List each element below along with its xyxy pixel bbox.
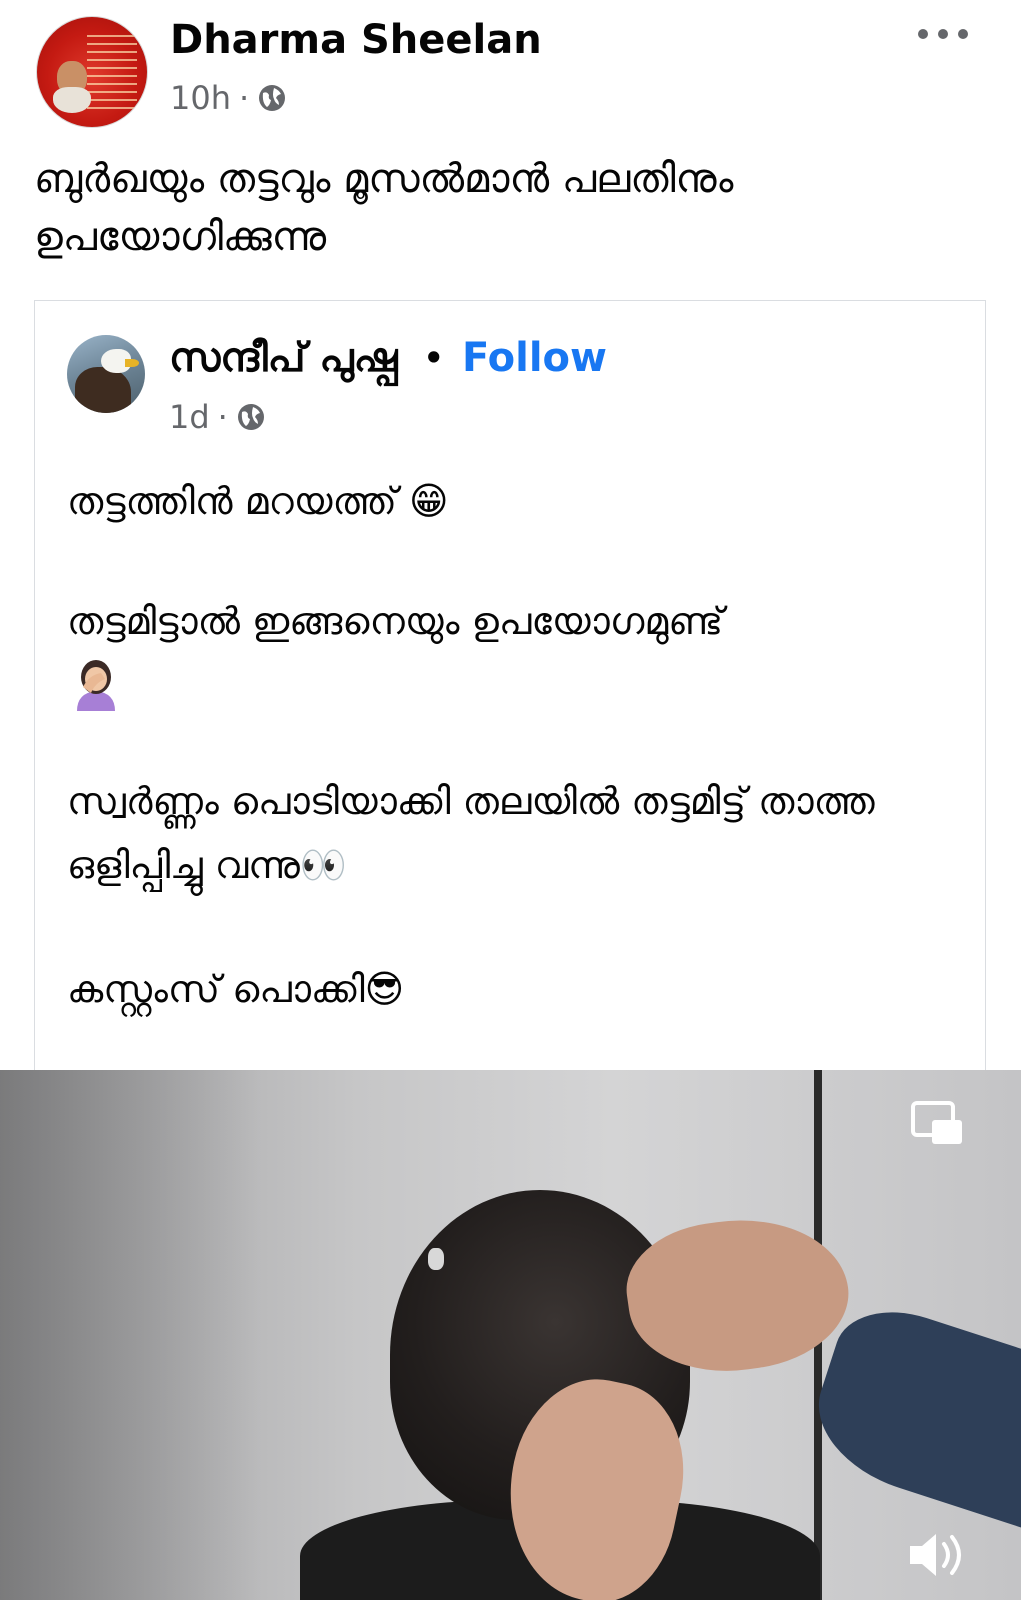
post-time[interactable]: 10h	[170, 76, 231, 120]
shared-text-line: സ്വർണ്ണം പൊടിയാക്കി തലയിൽ തട്ടമിട്ട് താത…	[67, 779, 875, 887]
meta-separator: ·	[217, 398, 228, 436]
meta-separator: ·	[239, 79, 250, 117]
avatar-beard	[53, 87, 91, 113]
more-dot	[938, 29, 948, 39]
post-header: Dharma Sheelan 10h ·	[0, 0, 1021, 140]
more-dot	[958, 29, 968, 39]
avatar-eagle-beak	[125, 359, 139, 367]
shared-author-row: സന്ദീപ് പുഷ്പ • Follow	[169, 331, 607, 385]
post-meta: 10h ·	[170, 76, 287, 120]
author-name[interactable]: Dharma Sheelan	[170, 14, 542, 66]
more-options-icon[interactable]	[918, 22, 968, 46]
woman-facepalming-emoji	[77, 660, 115, 711]
post-text: ബുർഖയും തട്ടവും മൂസൽമാൻ പലതിനും ഉപയോഗിക്…	[34, 156, 734, 260]
avatar-text-pattern	[87, 35, 137, 115]
shared-post-meta: 1d ·	[169, 395, 266, 439]
globe-icon[interactable]	[257, 83, 287, 113]
volume-icon[interactable]	[906, 1528, 970, 1582]
shared-post-card[interactable]: സന്ദീപ് പുഷ്പ • Follow 1d · തട്ടത്തിൻ മറ…	[34, 300, 986, 1070]
video-player[interactable]	[0, 1070, 1021, 1600]
video-hair-clip	[428, 1248, 444, 1270]
shared-text-line: തട്ടത്തിൻ മറയത്ത് 😁	[67, 479, 449, 523]
follow-button[interactable]: Follow	[462, 331, 607, 385]
picture-in-picture-icon[interactable]	[910, 1100, 964, 1146]
shared-text-line: തട്ടമിട്ടാൽ ഇങ്ങനെയും ഉപയോഗമുണ്ട്	[67, 599, 724, 643]
video-wall-shadow	[0, 1070, 260, 1600]
avatar-eagle-body	[75, 367, 131, 413]
shared-post-time[interactable]: 1d	[169, 395, 210, 439]
more-dot	[918, 29, 928, 39]
shared-author-name[interactable]: സന്ദീപ് പുഷ്പ	[169, 331, 398, 385]
globe-icon[interactable]	[236, 402, 266, 432]
shared-author-avatar[interactable]	[67, 335, 145, 413]
name-separator: •	[423, 339, 444, 377]
author-avatar[interactable]	[36, 16, 148, 128]
shared-text-line: കസ്റ്റംസ് പൊക്കി😎	[67, 967, 405, 1011]
